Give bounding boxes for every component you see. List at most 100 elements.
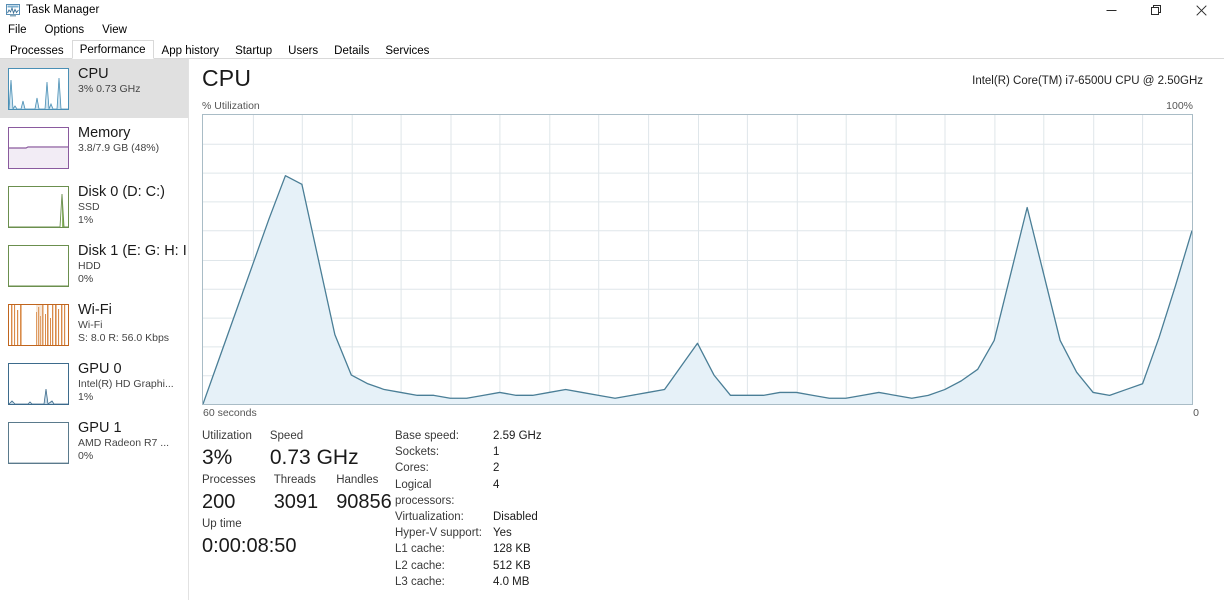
cpu-stats-details: Base speed: 2.59 GHz Sockets: 1 Cores: 2 Logic…	[395, 428, 542, 590]
sidebar-item-wifi[interactable]: Wi-Fi Wi-Fi S: 8.0 R: 56.0 Kbps	[0, 295, 188, 354]
stat-handles-value: 90856	[336, 491, 392, 513]
cpu-detail-value: Disabled	[493, 511, 538, 524]
window-title-bar: Task Manager	[0, 0, 1224, 20]
cpu-detail-value: Yes	[493, 527, 512, 540]
stat-threads-label: Threads	[273, 474, 316, 486]
restore-button[interactable]	[1134, 0, 1179, 20]
sidebar-item-cpu-title: CPU	[78, 66, 109, 82]
sidebar-item-gpu0[interactable]: GPU 0 Intel(R) HD Graphi... 1%	[0, 354, 188, 413]
cpu-detail-row: L1 cache: 128 KB	[395, 541, 542, 557]
menu-file[interactable]: File	[8, 24, 27, 36]
tab-app-history[interactable]: App history	[154, 41, 228, 59]
cpu-detail-label: Base speed:	[395, 430, 459, 442]
sidebar-item-gpu0-pct: 1%	[78, 391, 94, 403]
sidebar-item-wifi-title: Wi-Fi	[78, 302, 112, 318]
tab-services[interactable]: Services	[377, 41, 437, 59]
cpu-detail-label: Cores:	[395, 462, 429, 475]
stat-utilization: Utilization 3%	[202, 428, 252, 472]
stat-threads: Threads 3091	[274, 472, 319, 516]
sidebar-item-disk0[interactable]: Disk 0 (D: C:) SSD 1%	[0, 177, 188, 236]
cpu-detail-row: Hyper-V support: Yes	[395, 525, 542, 541]
cpu-detail-value: 2.59 GHz	[493, 430, 542, 442]
cpu-detail-label: L1 cache:	[395, 543, 445, 556]
sidebar-item-gpu0-title: GPU 0	[78, 361, 122, 377]
cpu-performance-panel: CPU Intel(R) Core(TM) i7-6500U CPU @ 2.5…	[189, 59, 1224, 600]
sidebar-item-disk1[interactable]: Disk 1 (E: G: H: I:) HDD 0%	[0, 236, 188, 295]
sidebar-item-disk0-pct: 1%	[78, 214, 94, 226]
sidebar-item-gpu1-sub: AMD Radeon R7 ...	[78, 437, 170, 449]
cpu-detail-value: 4.0 MB	[493, 575, 530, 588]
x-axis-min-label: 0	[1193, 407, 1199, 419]
cpu-detail-value: 1	[493, 446, 500, 459]
stat-processes-label: Processes	[202, 474, 256, 486]
tab-performance[interactable]: Performance	[71, 40, 154, 59]
tab-processes[interactable]: Processes	[2, 41, 72, 59]
tab-users[interactable]: Users	[280, 41, 326, 59]
cpu-detail-row: Logical processors: 4	[395, 477, 542, 509]
sidebar-item-cpu[interactable]: CPU 3% 0.73 GHz	[0, 59, 188, 118]
wifi-thumbnail-graph	[8, 304, 69, 346]
cpu-detail-row: Virtualization: Disabled	[395, 509, 542, 525]
sidebar-item-gpu0-sub: Intel(R) HD Graphi...	[78, 378, 174, 390]
cpu-stats-primary: Utilization 3% Speed 0.73 GHz Processes …	[202, 428, 392, 590]
tab-startup[interactable]: Startup	[227, 41, 280, 59]
sidebar-item-memory-sub: 3.8/7.9 GB (48%)	[78, 142, 160, 154]
close-button[interactable]	[1179, 0, 1224, 20]
minimize-button[interactable]	[1089, 0, 1134, 20]
gpu1-thumbnail-graph	[8, 422, 69, 464]
sidebar-item-disk0-title: Disk 0 (D: C:)	[78, 184, 165, 200]
sidebar-item-cpu-sub: 3% 0.73 GHz	[78, 83, 141, 95]
cpu-thumbnail-graph	[8, 68, 69, 110]
stat-uptime: Up time 0:00:08:50	[202, 516, 297, 560]
stat-processes: Processes 200	[202, 472, 256, 516]
cpu-detail-label: L2 cache:	[395, 559, 445, 572]
cpu-detail-row: Base speed: 2.59 GHz	[395, 428, 542, 444]
menu-bar: File Options View	[0, 20, 1224, 40]
cpu-utilization-chart	[202, 114, 1193, 405]
cpu-detail-value: 512 KB	[493, 559, 531, 572]
memory-thumbnail-graph	[8, 127, 69, 169]
cpu-detail-row: L3 cache: 4.0 MB	[395, 574, 542, 590]
cpu-detail-row: Sockets: 1	[395, 444, 542, 460]
menu-view[interactable]: View	[102, 24, 127, 36]
chart-bottom-axis: 60 seconds 0	[202, 407, 1199, 421]
page-title: CPU	[202, 65, 252, 91]
cpu-stats: Utilization 3% Speed 0.73 GHz Processes …	[202, 428, 1224, 590]
sidebar-item-disk1-pct: 0%	[78, 273, 94, 285]
sidebar-item-gpu1[interactable]: GPU 1 AMD Radeon R7 ... 0%	[0, 413, 188, 472]
sidebar-item-memory-title: Memory	[78, 125, 131, 141]
cpu-detail-row: Cores: 2	[395, 460, 542, 476]
stat-handles: Handles 90856	[336, 472, 392, 516]
menu-options[interactable]: Options	[45, 24, 85, 36]
stat-speed-value: 0.73 GHz	[269, 446, 359, 469]
sidebar-item-memory[interactable]: Memory 3.8/7.9 GB (48%)	[0, 118, 188, 177]
sidebar-item-disk1-title: Disk 1 (E: G: H: I:)	[78, 243, 189, 259]
y-axis-label: % Utilization	[202, 100, 260, 112]
tab-strip: Processes Performance App history Startu…	[0, 40, 1224, 59]
sidebar-item-wifi-throughput: S: 8.0 R: 56.0 Kbps	[78, 332, 170, 344]
sidebar-item-disk1-sub: HDD	[78, 260, 101, 272]
sidebar-item-gpu1-title: GPU 1	[78, 420, 122, 436]
cpu-detail-value: 4	[493, 478, 500, 491]
x-axis-label: 60 seconds	[203, 407, 257, 419]
window-controls	[1089, 0, 1224, 20]
sidebar-item-wifi-sub: Wi-Fi	[78, 319, 103, 331]
chart-top-axis: % Utilization 100%	[202, 100, 1193, 114]
cpu-detail-label: L3 cache:	[395, 575, 445, 588]
gpu0-thumbnail-graph	[8, 363, 69, 405]
stat-threads-value: 3091	[273, 491, 319, 513]
cpu-detail-label: Sockets:	[395, 446, 440, 459]
cpu-utilization-plot	[203, 115, 1192, 404]
stat-uptime-label: Up time	[202, 518, 242, 530]
tab-details[interactable]: Details	[326, 41, 377, 59]
resource-sidebar[interactable]: CPU 3% 0.73 GHz Memory 3.8/7.9 GB (48%)	[0, 59, 189, 600]
disk0-thumbnail-graph	[8, 186, 69, 228]
sidebar-item-disk0-sub: SSD	[78, 201, 100, 213]
sidebar-item-gpu1-pct: 0%	[78, 450, 94, 462]
cpu-detail-label: Logical processors:	[395, 478, 455, 507]
stat-speed-label: Speed	[269, 430, 304, 442]
stat-handles-label: Handles	[336, 474, 379, 486]
window-title: Task Manager	[26, 4, 100, 16]
stat-utilization-label: Utilization	[202, 430, 252, 442]
cpu-detail-row: L2 cache: 512 KB	[395, 558, 542, 574]
